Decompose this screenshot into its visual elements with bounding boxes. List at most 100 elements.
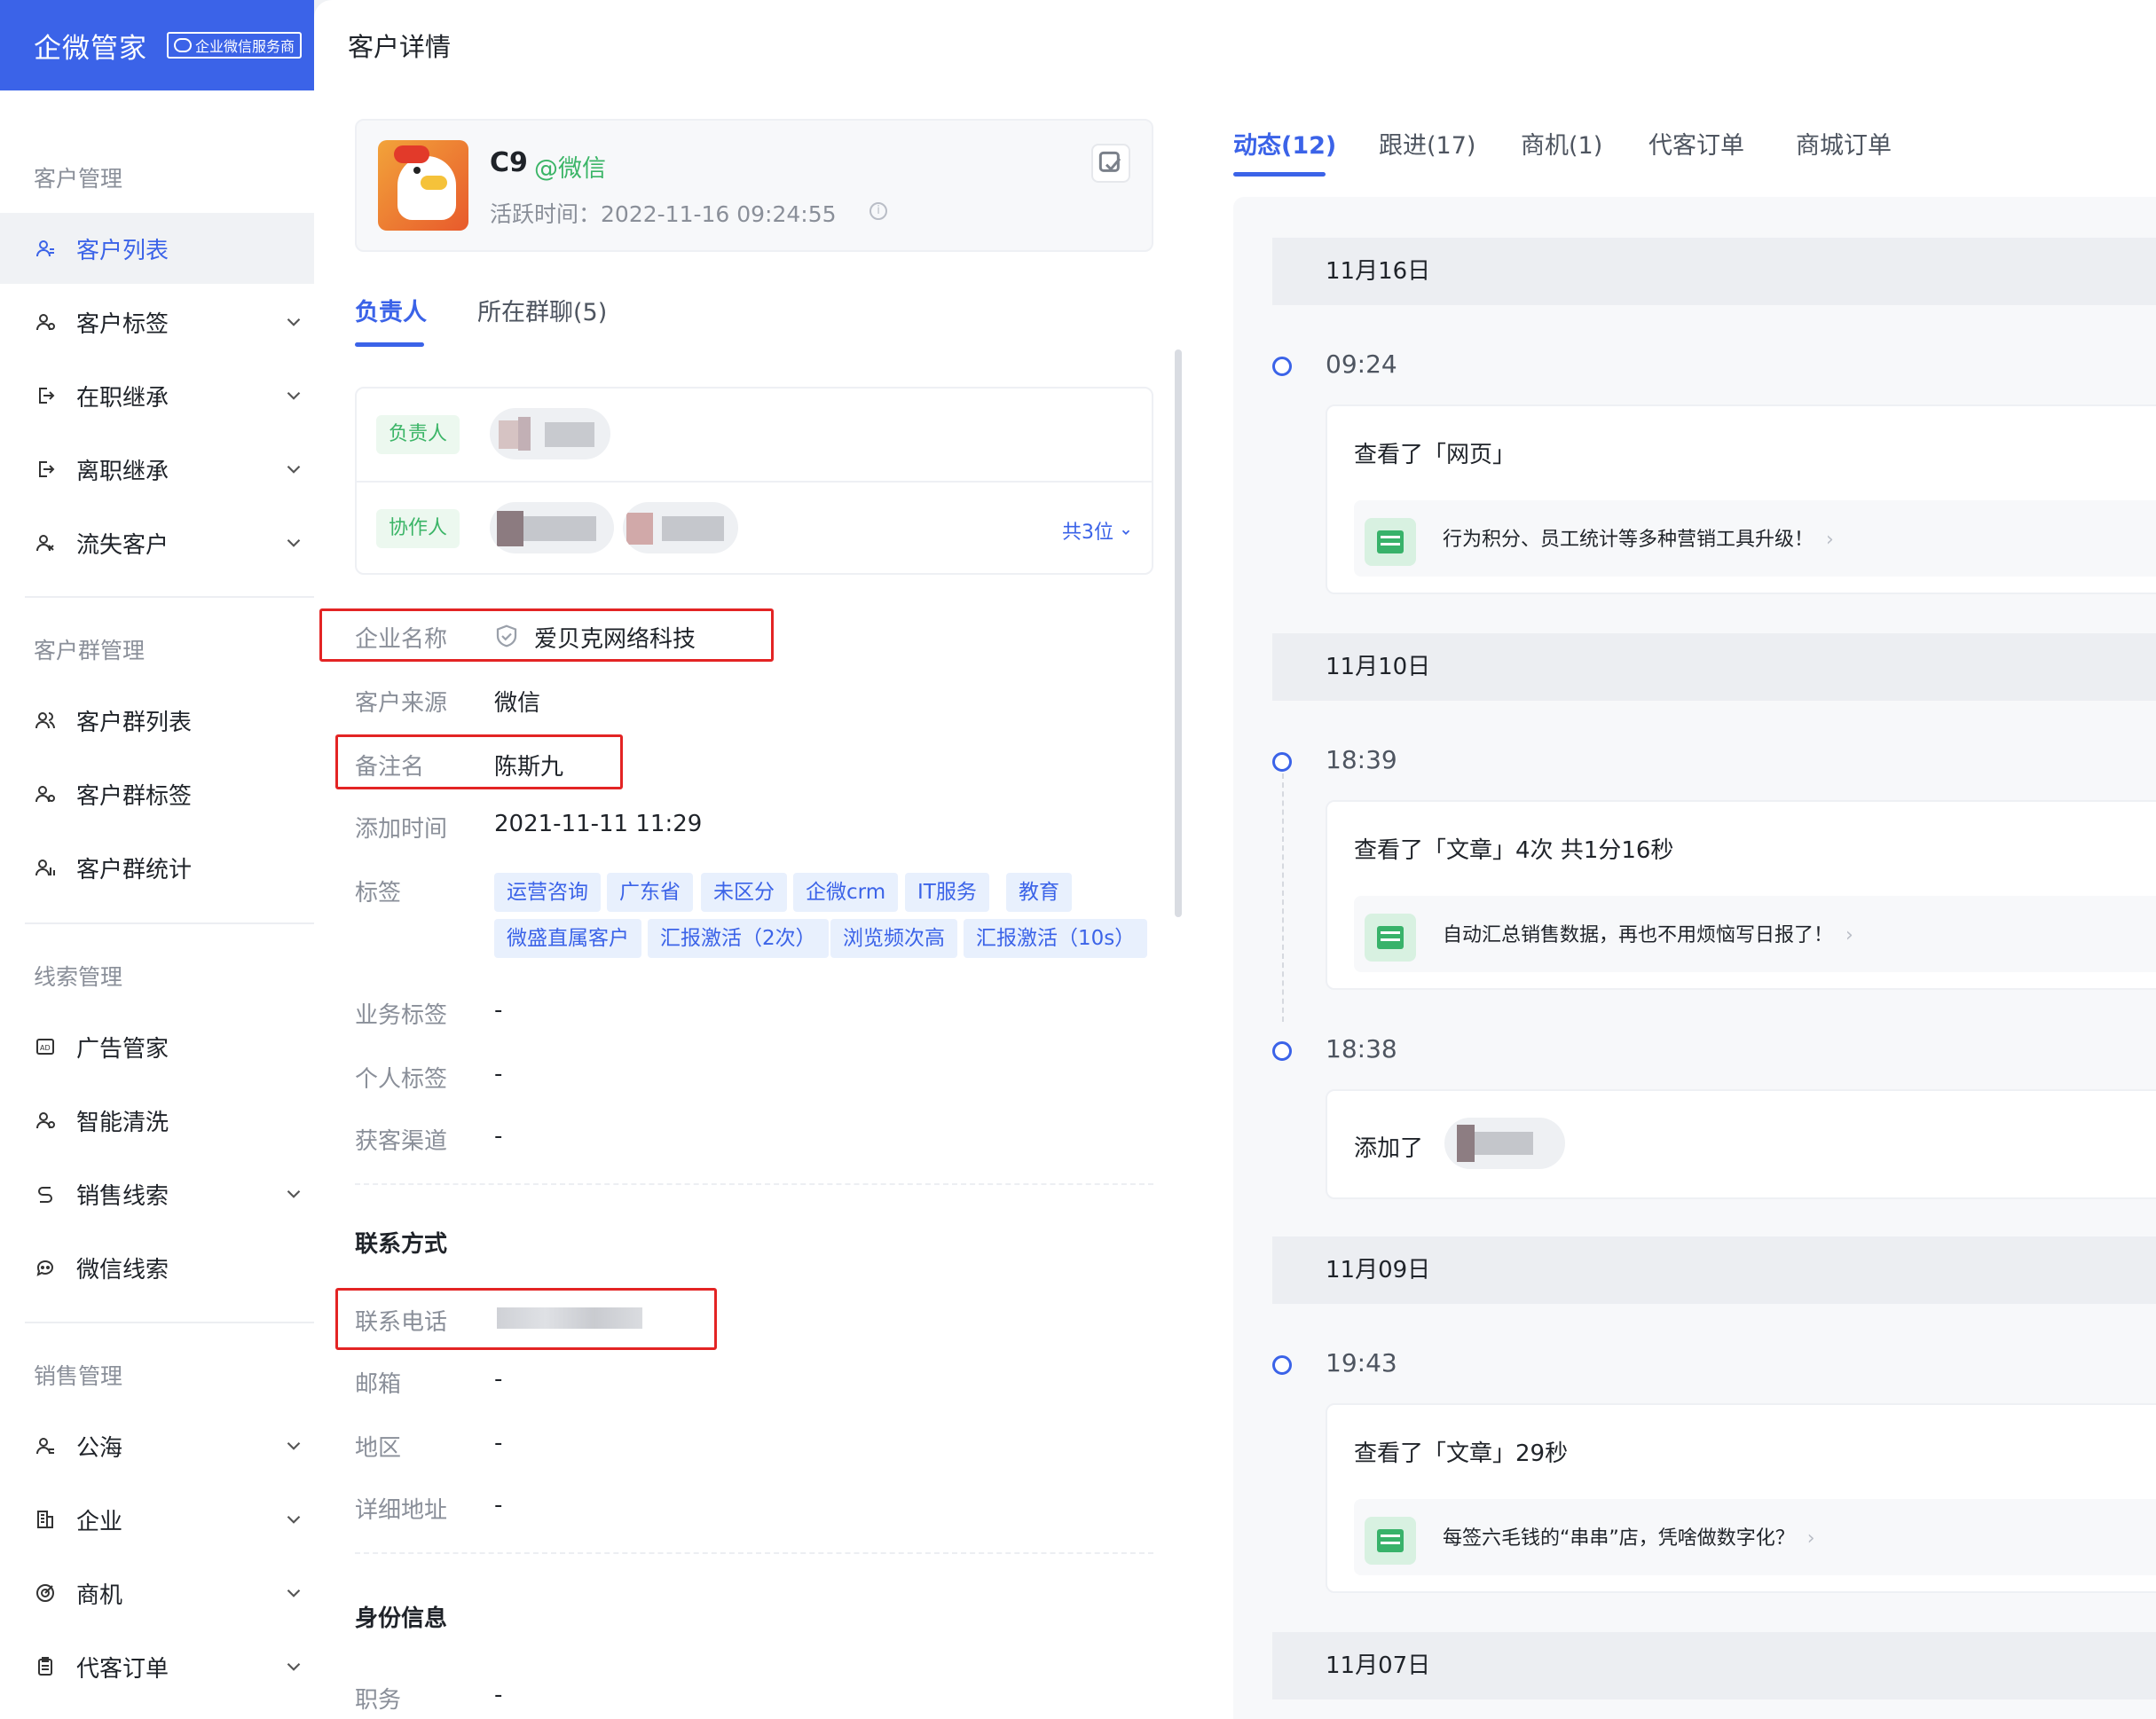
page-title: 客户详情	[348, 32, 452, 62]
user-tag-icon	[34, 310, 57, 334]
tag[interactable]: 浏览频次高	[830, 919, 957, 958]
sidebar-item-wechat-leads[interactable]: 微信线索	[0, 1232, 314, 1303]
job-value: -	[494, 1682, 503, 1708]
sidebar-item-label: 商机	[76, 1582, 123, 1609]
sidebar-item-enterprise[interactable]: 企业	[0, 1484, 314, 1555]
sidebar-item-ad-manager[interactable]: AD 广告管家	[0, 1011, 314, 1082]
owner-box: 负责人 协作人 共3位	[355, 387, 1153, 575]
event-time: 18:39	[1326, 745, 1397, 774]
tab-owner[interactable]: 负责人	[355, 293, 427, 327]
tab-groups[interactable]: 所在群聊(5)	[477, 293, 607, 327]
added-user-blurred[interactable]	[1444, 1118, 1565, 1169]
timeline-dot	[1272, 1041, 1292, 1061]
tab-followup[interactable]: 跟进(17)	[1379, 126, 1475, 161]
remark-value: 陈斯九	[494, 754, 564, 781]
sidebar-item-sales-leads[interactable]: 销售线索	[0, 1158, 314, 1229]
group-tag-icon	[34, 782, 57, 805]
document-icon	[1365, 518, 1416, 566]
chevron-down-icon	[287, 1441, 301, 1450]
activity-card[interactable]: 查看了「文章」29秒 每签六毛钱的“串串”店，凭啥做数字化？ ›	[1326, 1403, 2156, 1593]
tab-underline	[355, 342, 424, 347]
chevron-right-icon: ›	[1826, 529, 1834, 551]
active-time-value: 2022-11-16 09:24:55	[601, 201, 837, 227]
owner-avatar-blurred[interactable]	[490, 408, 610, 459]
info-icon[interactable]: i	[869, 202, 887, 220]
sidebar-item-group-list[interactable]: 客户群列表	[0, 685, 314, 756]
sidebar-item-onjob-inherit[interactable]: 在职继承	[0, 360, 314, 431]
added-time-label: 添加时间	[355, 816, 448, 843]
email-label: 邮箱	[355, 1371, 402, 1398]
sidebar-item-label: 客户列表	[76, 237, 169, 264]
tab-proxy-orders[interactable]: 代客订单	[1648, 126, 1744, 161]
tag[interactable]: 企微crm	[793, 873, 899, 912]
wechat-icon	[34, 1256, 57, 1279]
timeline-line	[1282, 773, 1284, 1022]
active-time-label: 活跃时间：	[490, 201, 602, 227]
activity-card[interactable]: 查看了「网页」 行为积分、员工统计等多种营销工具升级！ ›	[1326, 404, 2156, 594]
section-customer-mgmt: 客户管理	[34, 166, 123, 192]
sidebar-item-public-pool[interactable]: 公海	[0, 1410, 314, 1481]
sidebar-item-smart-clean[interactable]: 智能清洗	[0, 1085, 314, 1156]
user-clean-icon	[34, 1109, 57, 1132]
tab-opportunity[interactable]: 商机(1)	[1521, 126, 1602, 161]
tab-mall-orders[interactable]: 商城订单	[1796, 126, 1892, 161]
chevron-down-icon	[287, 391, 301, 400]
tag[interactable]: IT服务	[905, 873, 989, 912]
activity-text: 查看了「文章」29秒	[1354, 1440, 1569, 1467]
content-link[interactable]: 自动汇总销售数据，再也不用烦恼写日报了！ ›	[1354, 896, 2156, 972]
sidebar-item-opportunity[interactable]: 商机	[0, 1558, 314, 1629]
activity-text: 添加了	[1354, 1135, 1424, 1162]
brand-name[interactable]: 企微管家	[34, 26, 147, 66]
show-all-collaborators[interactable]: 共3位	[1062, 516, 1132, 545]
tab-activity[interactable]: 动态(12)	[1233, 126, 1336, 161]
personal-tag-value: -	[494, 1061, 503, 1087]
sidebar-item-label: 客户群列表	[76, 709, 193, 736]
section-group-mgmt: 客户群管理	[34, 638, 146, 663]
tag[interactable]: 广东省	[607, 873, 693, 912]
added-time-value: 2021-11-11 11:29	[494, 811, 703, 837]
company-label: 企业名称	[355, 626, 448, 653]
content-link[interactable]: 行为积分、员工统计等多种营销工具升级！ ›	[1354, 500, 2156, 577]
sidebar-item-group-tags[interactable]: 客户群标签	[0, 758, 314, 829]
content-title: 自动汇总销售数据，再也不用烦恼写日报了！ ›	[1443, 919, 1853, 947]
tag[interactable]: 未区分	[701, 873, 787, 912]
owner-row: 负责人	[357, 389, 1152, 481]
avatar[interactable]	[378, 140, 468, 231]
sidebar-item-label: 客户群统计	[76, 856, 193, 883]
region-label: 地区	[355, 1435, 402, 1462]
sidebar-item-lost-customers[interactable]: 流失客户	[0, 507, 314, 578]
scrollbar[interactable]	[1175, 349, 1182, 917]
tag[interactable]: 微盛直属客户	[494, 919, 641, 958]
activity-card[interactable]: 添加了	[1326, 1089, 2156, 1199]
shield-icon	[496, 624, 517, 648]
document-icon	[1365, 1517, 1416, 1565]
section-divider	[355, 1552, 1153, 1554]
address-value: -	[494, 1492, 503, 1519]
tag[interactable]: 汇报激活（10s）	[964, 919, 1148, 958]
sidebar-item-label: 广告管家	[76, 1035, 169, 1063]
tag[interactable]: 汇报激活（2次）	[648, 919, 829, 958]
activity-card[interactable]: 查看了「文章」4次 共1分16秒 自动汇总销售数据，再也不用烦恼写日报了！ ›	[1326, 800, 2156, 990]
sidebar-item-proxy-orders[interactable]: 代客订单	[0, 1631, 314, 1702]
chevron-down-icon	[287, 465, 301, 474]
sidebar-item-customer-tags[interactable]: 客户标签	[0, 286, 314, 357]
content-title-text: 每签六毛钱的“串串”店，凭啥做数字化？	[1443, 1527, 1795, 1550]
collaborator-avatar-blurred[interactable]	[490, 502, 614, 553]
sidebar-item-customer-list[interactable]: 客户列表	[0, 213, 314, 284]
tag[interactable]: 教育	[1006, 873, 1072, 912]
sidebar-item-group-stats[interactable]: 客户群统计	[0, 832, 314, 903]
date-header: 11月07日	[1272, 1632, 2156, 1699]
sidebar-item-resign-inherit[interactable]: 离职继承	[0, 434, 314, 505]
activity-text: 查看了「网页」	[1354, 442, 1516, 468]
collaborator-avatar-blurred[interactable]	[623, 502, 738, 553]
tag[interactable]: 运营咨询	[494, 873, 601, 912]
date-header: 11月16日	[1272, 238, 2156, 305]
identity-section-title: 身份信息	[355, 1605, 448, 1632]
ad-icon: AD	[34, 1035, 57, 1058]
timeline-dot	[1272, 1355, 1292, 1375]
profile-action-button[interactable]	[1091, 144, 1130, 183]
event-time: 09:24	[1326, 349, 1397, 379]
sidebar: 企微管家 企业微信服务商 客户管理 客户列表 客户标签 在职继承 离职继承 流失…	[0, 0, 314, 1719]
content-link[interactable]: 每签六毛钱的“串串”店，凭啥做数字化？ ›	[1354, 1499, 2156, 1575]
phone-label: 联系电话	[355, 1309, 448, 1336]
